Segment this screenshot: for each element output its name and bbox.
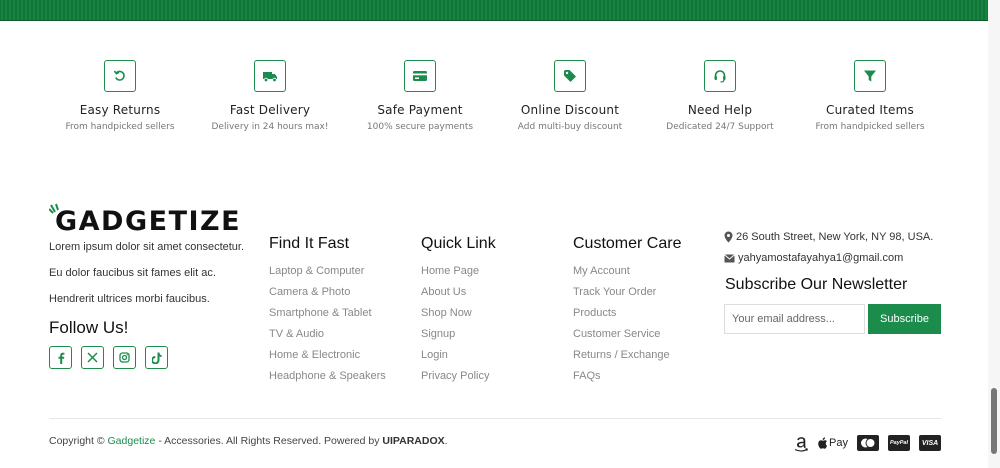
feature-online-discount: Online Discount Add multi-buy discount	[495, 60, 645, 132]
brand-description-line: Eu dolor faucibus sit fames elit ac.	[49, 267, 216, 279]
feature-subtitle: Dedicated 24/7 Support	[666, 122, 774, 132]
apple-pay-icon: Pay	[818, 434, 848, 452]
footer-link[interactable]: TV & Audio	[269, 329, 386, 350]
powered-by-link[interactable]: UIPARADOX	[382, 435, 444, 447]
footer-link[interactable]: About Us	[421, 287, 496, 308]
paypal-label: PayPal	[889, 440, 909, 446]
feature-title: Curated Items	[826, 103, 914, 117]
return-icon	[104, 60, 136, 92]
footer-link[interactable]: Login	[421, 350, 496, 371]
column-title: Quick Link	[421, 235, 496, 252]
copyright-middle: - Accessories. All Rights Reserved. Powe…	[158, 435, 380, 447]
headset-icon	[704, 60, 736, 92]
feature-title: Fast Delivery	[229, 103, 311, 117]
footer-link[interactable]: Track Your Order	[573, 287, 681, 308]
copyright-brand-link[interactable]: Gadgetize	[108, 435, 156, 447]
envelope-icon	[724, 253, 735, 262]
footer-link[interactable]: My Account	[573, 266, 681, 287]
facebook-icon[interactable]	[49, 346, 72, 369]
footer-link[interactable]: Products	[573, 308, 681, 329]
follow-us-heading: Follow Us!	[49, 318, 129, 337]
column-customer-care: Customer Care My Account Track Your Orde…	[573, 235, 681, 392]
gadgetize-logo[interactable]: GADGETIZE	[49, 203, 242, 237]
apple-pay-label: Pay	[829, 437, 848, 449]
top-banner-band	[0, 0, 1000, 21]
brand-description-line: Lorem ipsum dolor sit amet consectetur.	[49, 241, 245, 253]
feature-title: Need Help	[687, 103, 753, 117]
footer-link[interactable]: Signup	[421, 329, 496, 350]
feature-subtitle: 100% secure payments	[366, 122, 474, 132]
copyright-text: Copyright © Gadgetize - Accessories. All…	[49, 435, 448, 447]
feature-title: Online Discount	[520, 103, 620, 117]
newsletter-email-input[interactable]	[724, 304, 865, 334]
feature-easy-returns: Easy Returns From handpicked sellers	[45, 60, 195, 132]
feature-safe-payment: Safe Payment 100% secure payments	[345, 60, 495, 132]
footer-link[interactable]: Laptop & Computer	[269, 266, 386, 287]
footer-link[interactable]: Camera & Photo	[269, 287, 386, 308]
column-title: Find It Fast	[269, 235, 350, 252]
feature-subtitle: Delivery in 24 hours max!	[211, 122, 329, 132]
logo-text: GADGETIZE	[55, 206, 242, 237]
footer-link[interactable]: Smartphone & Tablet	[269, 308, 386, 329]
feature-subtitle: Add multi-buy discount	[517, 122, 623, 132]
copyright-suffix: .	[444, 435, 448, 447]
footer-link[interactable]: Home Page	[421, 266, 496, 287]
feature-need-help: Need Help Dedicated 24/7 Support	[645, 60, 795, 132]
mastercard-icon	[857, 434, 879, 452]
truck-icon	[254, 60, 286, 92]
feature-title: Safe Payment	[377, 103, 463, 117]
footer-link[interactable]: Customer Service	[573, 329, 681, 350]
social-links	[49, 346, 168, 369]
feature-fast-delivery: Fast Delivery Delivery in 24 hours max!	[195, 60, 345, 132]
map-pin-icon	[724, 231, 733, 243]
copyright-prefix: Copyright ©	[49, 435, 105, 447]
tiktok-icon[interactable]	[145, 346, 168, 369]
footer-link[interactable]: Returns / Exchange	[573, 350, 681, 371]
footer-link[interactable]: Privacy Policy	[421, 371, 496, 392]
feature-subtitle: From handpicked sellers	[65, 122, 175, 132]
instagram-icon[interactable]	[113, 346, 136, 369]
column-quick-link: Quick Link Home Page About Us Shop Now S…	[421, 235, 496, 392]
newsletter-heading: Subscribe Our Newsletter	[725, 276, 908, 293]
paypal-icon: PayPal	[888, 434, 910, 452]
column-title: Customer Care	[573, 235, 682, 252]
feature-curated-items: Curated Items From handpicked sellers	[795, 60, 945, 132]
visa-icon: VISA	[919, 434, 941, 452]
subscribe-button[interactable]: Subscribe	[868, 304, 941, 334]
credit-card-icon	[404, 60, 436, 92]
visa-label: VISA	[921, 439, 939, 447]
payment-methods: Pay PayPal VISA	[793, 434, 941, 452]
tag-icon	[554, 60, 586, 92]
x-icon[interactable]	[81, 346, 104, 369]
footer-link[interactable]: Home & Electronic	[269, 350, 386, 371]
feature-subtitle: From handpicked sellers	[815, 122, 925, 132]
filter-icon	[854, 60, 886, 92]
email-text: yahyamostafayahya1@gmail.com	[738, 252, 904, 264]
page-scrollbar[interactable]	[988, 0, 1000, 468]
amazon-icon	[793, 434, 809, 452]
address-text: 26 South Street, New York, NY 98, USA.	[736, 231, 934, 243]
contact-email[interactable]: yahyamostafayahya1@gmail.com	[724, 252, 903, 264]
column-find-it-fast: Find It Fast Laptop & Computer Camera & …	[269, 235, 386, 392]
features-row: Easy Returns From handpicked sellers Fas…	[45, 60, 945, 140]
footer-divider	[49, 418, 941, 419]
footer-link[interactable]: Headphone & Speakers	[269, 371, 386, 392]
scrollbar-thumb[interactable]	[991, 388, 997, 454]
brand-description-line: Hendrerit ultrices morbi faucibus.	[49, 293, 210, 305]
contact-address: 26 South Street, New York, NY 98, USA.	[724, 231, 933, 243]
feature-title: Easy Returns	[79, 103, 161, 117]
footer-link[interactable]: FAQs	[573, 371, 681, 392]
footer-link[interactable]: Shop Now	[421, 308, 496, 329]
